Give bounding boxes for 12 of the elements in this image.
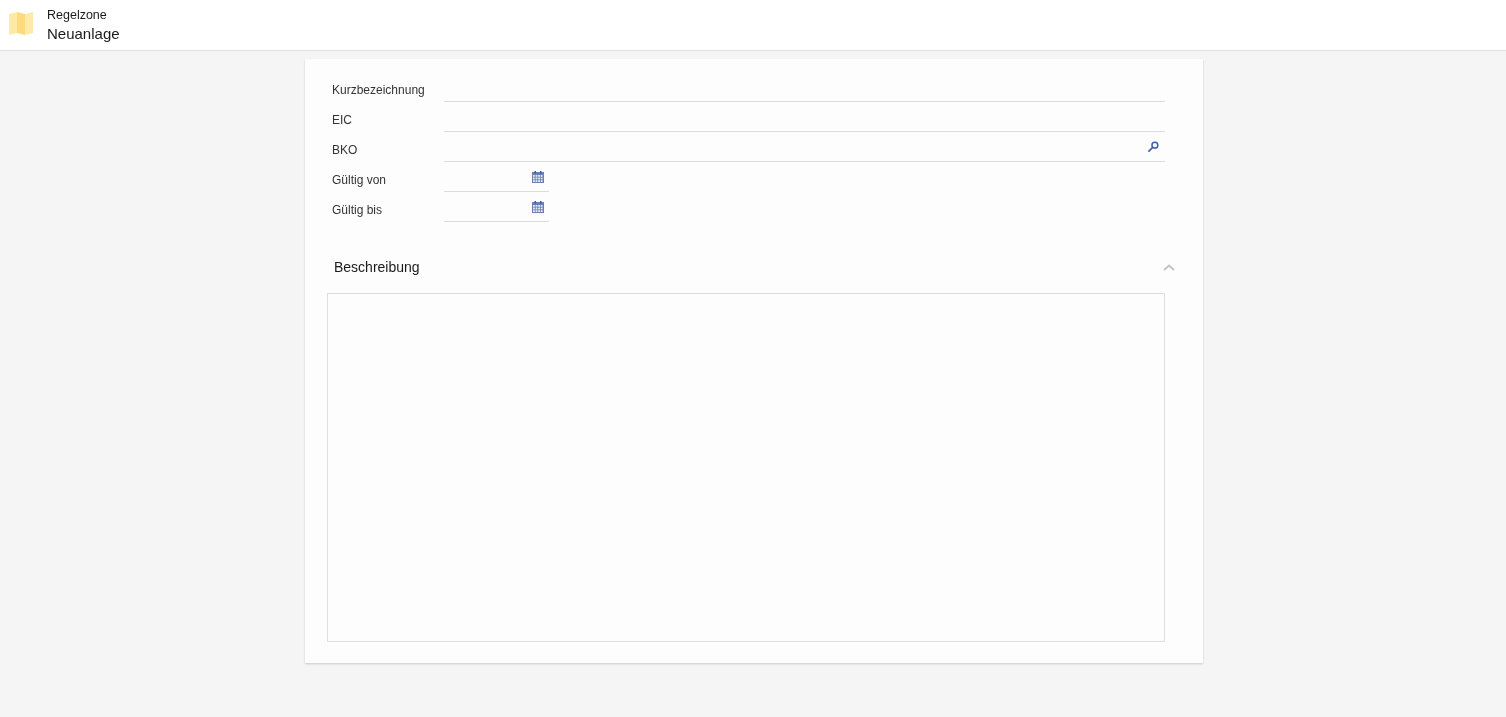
field-label: BKO bbox=[332, 142, 358, 159]
section-title: Beschreibung bbox=[334, 259, 420, 275]
field-label: Gültig von bbox=[332, 172, 387, 189]
field-label: Gültig bis bbox=[332, 202, 383, 219]
search-icon[interactable] bbox=[1148, 141, 1159, 152]
page-subtitle: Neuanlage bbox=[47, 24, 120, 44]
page-title: Regelzone bbox=[47, 7, 108, 23]
folded-map-icon bbox=[9, 11, 33, 35]
calendar-icon[interactable] bbox=[532, 200, 544, 213]
calendar-icon[interactable] bbox=[532, 170, 544, 183]
field-label: Kurzbezeichnung bbox=[332, 82, 425, 99]
field-label: EIC bbox=[332, 112, 352, 129]
